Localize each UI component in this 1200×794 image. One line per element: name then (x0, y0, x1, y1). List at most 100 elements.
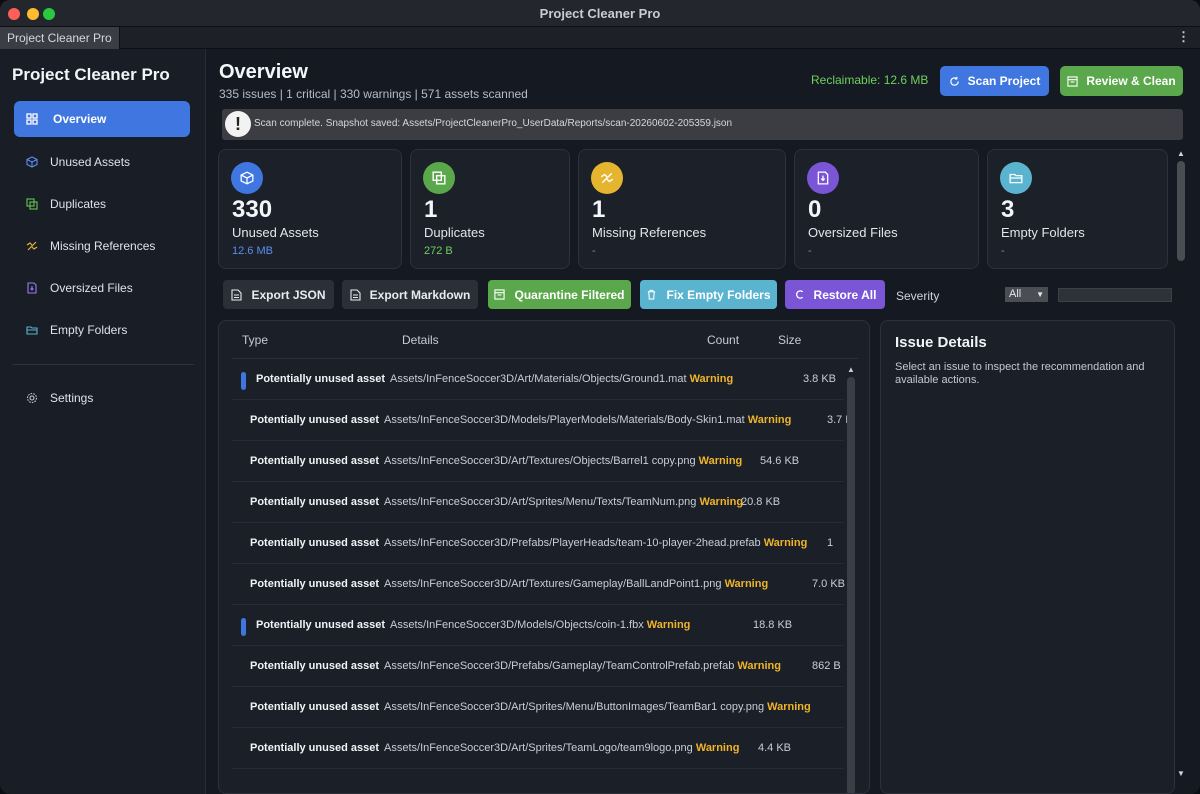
review-clean-button[interactable]: Review & Clean (1060, 66, 1183, 96)
table-row[interactable]: Potentially unused asset Assets/InFenceSo… (232, 482, 844, 523)
stat-card-oversized-files[interactable]: 0 Oversized Files - (794, 149, 979, 269)
table-row[interactable]: Potentially unused asset Assets/InFenceSo… (232, 564, 845, 605)
severity-dropdown[interactable]: All ▼ (1005, 287, 1048, 302)
row-size: 4.4 KB (758, 742, 792, 754)
selection-marker (241, 618, 246, 636)
issue-details-text: Select an issue to inspect the recommend… (895, 361, 1145, 386)
row-size: 54.6 KB (760, 455, 800, 467)
table-row[interactable]: Potentially unused asset Assets/InFenceSo… (232, 646, 844, 687)
issue-details-panel: Issue Details Select an issue to inspect… (880, 320, 1175, 794)
issue-details-title: Issue Details (895, 334, 987, 351)
table-row[interactable]: Potentially unused asset Assets/InFenceSo… (232, 441, 844, 482)
stat-label: Duplicates (424, 225, 485, 240)
row-path: Assets/InFenceSoccer3D/Art/Textures/Game… (384, 578, 722, 590)
table-scrollbar[interactable] (847, 377, 855, 793)
export-markdown-button[interactable]: Export Markdown (342, 280, 478, 309)
row-details: Assets/InFenceSoccer3D/Art/Sprites/TeamL… (384, 742, 739, 754)
stat-subvalue: - (808, 245, 812, 257)
folder-icon (26, 326, 38, 335)
column-header-size[interactable]: Size (778, 333, 801, 347)
column-header-type[interactable]: Type (242, 333, 268, 347)
sidebar-item-duplicates[interactable]: Duplicates (14, 186, 190, 222)
review-clean-label: Review & Clean (1086, 74, 1176, 88)
row-type: Potentially unused asset (250, 578, 379, 590)
severity-badge: Warning (698, 455, 743, 467)
row-type: Potentially unused asset (250, 537, 379, 549)
stat-label: Empty Folders (1001, 225, 1085, 240)
copy-icon (26, 198, 38, 210)
sidebar-item-oversized-files[interactable]: Oversized Files (14, 270, 190, 306)
table-row[interactable]: Potentially unused asset Assets/InFenceSo… (232, 359, 844, 400)
row-path: Assets/InFenceSoccer3D/Art/Sprites/TeamL… (384, 742, 693, 754)
table-row[interactable]: Potentially unused asset Assets/InFenceSo… (232, 605, 844, 646)
row-details: Assets/InFenceSoccer3D/Art/Sprites/Menu/… (384, 496, 743, 508)
app-window: Project Cleaner Pro Project Cleaner Pro … (0, 0, 1200, 794)
quarantine-filtered-button[interactable]: Quarantine Filtered (488, 280, 631, 309)
table-row[interactable]: Potentially unused asset Assets/InFenceSo… (232, 523, 844, 564)
broken-link-icon (591, 162, 623, 194)
tab-bar: Project Cleaner Pro ⋮ (0, 27, 1200, 49)
cube-icon (231, 162, 263, 194)
sidebar-item-label: Settings (50, 391, 94, 405)
stat-subvalue: - (592, 245, 596, 257)
scroll-down-arrow[interactable]: ▼ (1177, 769, 1185, 778)
stat-value: 330 (232, 196, 273, 223)
row-type: Potentially unused asset (250, 455, 379, 467)
row-size: 20.8 KB (741, 496, 781, 508)
stat-label: Missing References (592, 225, 707, 240)
restore-all-button[interactable]: Restore All (785, 280, 885, 309)
severity-badge: Warning (646, 619, 691, 631)
row-details: Assets/InFenceSoccer3D/Models/PlayerMode… (384, 414, 791, 426)
sidebar-item-overview[interactable]: Overview (14, 101, 190, 137)
file-icon (27, 282, 37, 294)
row-path: Assets/InFenceSoccer3D/Prefabs/PlayerHea… (384, 537, 761, 549)
sidebar-item-label: Overview (53, 112, 107, 126)
table-row[interactable]: Potentially unused asset Assets/InFenceSo… (232, 687, 844, 728)
sidebar-item-unused-assets[interactable]: Unused Assets (14, 144, 190, 180)
sidebar-brand: Project Cleaner Pro (12, 65, 170, 84)
scan-project-button[interactable]: Scan Project (940, 66, 1049, 96)
stat-card-unused-assets[interactable]: 330 Unused Assets 12.6 MB (218, 149, 402, 269)
severity-badge: Warning (689, 373, 734, 385)
table-row[interactable]: Potentially unused asset Assets/InFenceSo… (232, 400, 853, 441)
column-header-details[interactable]: Details (402, 333, 439, 347)
fix-empty-folders-label: Fix Empty Folders (666, 287, 771, 302)
row-details: Assets/InFenceSoccer3D/Art/Textures/Game… (384, 578, 768, 590)
row-details: Assets/InFenceSoccer3D/Models/Objects/co… (390, 619, 690, 631)
row-path: Assets/InFenceSoccer3D/Art/Materials/Obj… (390, 373, 687, 385)
export-json-button[interactable]: Export JSON (223, 280, 334, 309)
kebab-menu-icon[interactable]: ⋮ (1177, 29, 1190, 45)
export-markdown-label: Export Markdown (369, 287, 471, 302)
reclaimable-size: Reclaimable: 12.6 MB (811, 73, 929, 87)
row-path: Assets/InFenceSoccer3D/Models/PlayerMode… (384, 414, 745, 426)
sidebar-item-missing-references[interactable]: Missing References (14, 228, 190, 264)
table-row[interactable]: Potentially unused asset Assets/InFenceSo… (232, 728, 844, 769)
sidebar-item-label: Empty Folders (50, 323, 128, 337)
column-header-count[interactable]: Count (707, 333, 739, 347)
stat-card-empty-folders[interactable]: 3 Empty Folders - (987, 149, 1168, 269)
page-scrollbar[interactable] (1177, 161, 1185, 261)
severity-badge: Warning (699, 496, 744, 508)
cube-icon (26, 156, 38, 168)
stat-card-duplicates[interactable]: 1 Duplicates 272 B (410, 149, 570, 269)
page-title: Overview (219, 61, 308, 83)
scan-notice: ! Scan complete. Snapshot saved: Assets/… (222, 109, 1183, 140)
row-type: Potentially unused asset (256, 619, 385, 631)
fix-empty-folders-button[interactable]: Fix Empty Folders (640, 280, 777, 309)
severity-badge: Warning (747, 414, 792, 426)
sidebar-item-settings[interactable]: Settings (14, 380, 190, 416)
restore-all-label: Restore All (813, 287, 877, 302)
stat-value: 1 (592, 196, 606, 223)
stat-card-missing-references[interactable]: 1 Missing References - (578, 149, 786, 269)
sidebar-item-label: Oversized Files (50, 281, 133, 295)
search-filter-input[interactable] (1058, 288, 1172, 302)
severity-badge: Warning (767, 701, 811, 713)
title-bar: Project Cleaner Pro (0, 0, 1200, 27)
scroll-up-arrow[interactable]: ▲ (847, 365, 855, 374)
row-size: 862 B (812, 660, 841, 672)
row-path: Assets/InFenceSoccer3D/Art/Sprites/Menu/… (384, 701, 765, 713)
stat-subvalue: 12.6 MB (232, 245, 273, 257)
tab-project-cleaner[interactable]: Project Cleaner Pro (0, 27, 120, 49)
sidebar-item-empty-folders[interactable]: Empty Folders (14, 312, 190, 348)
scroll-up-arrow[interactable]: ▲ (1177, 149, 1185, 158)
